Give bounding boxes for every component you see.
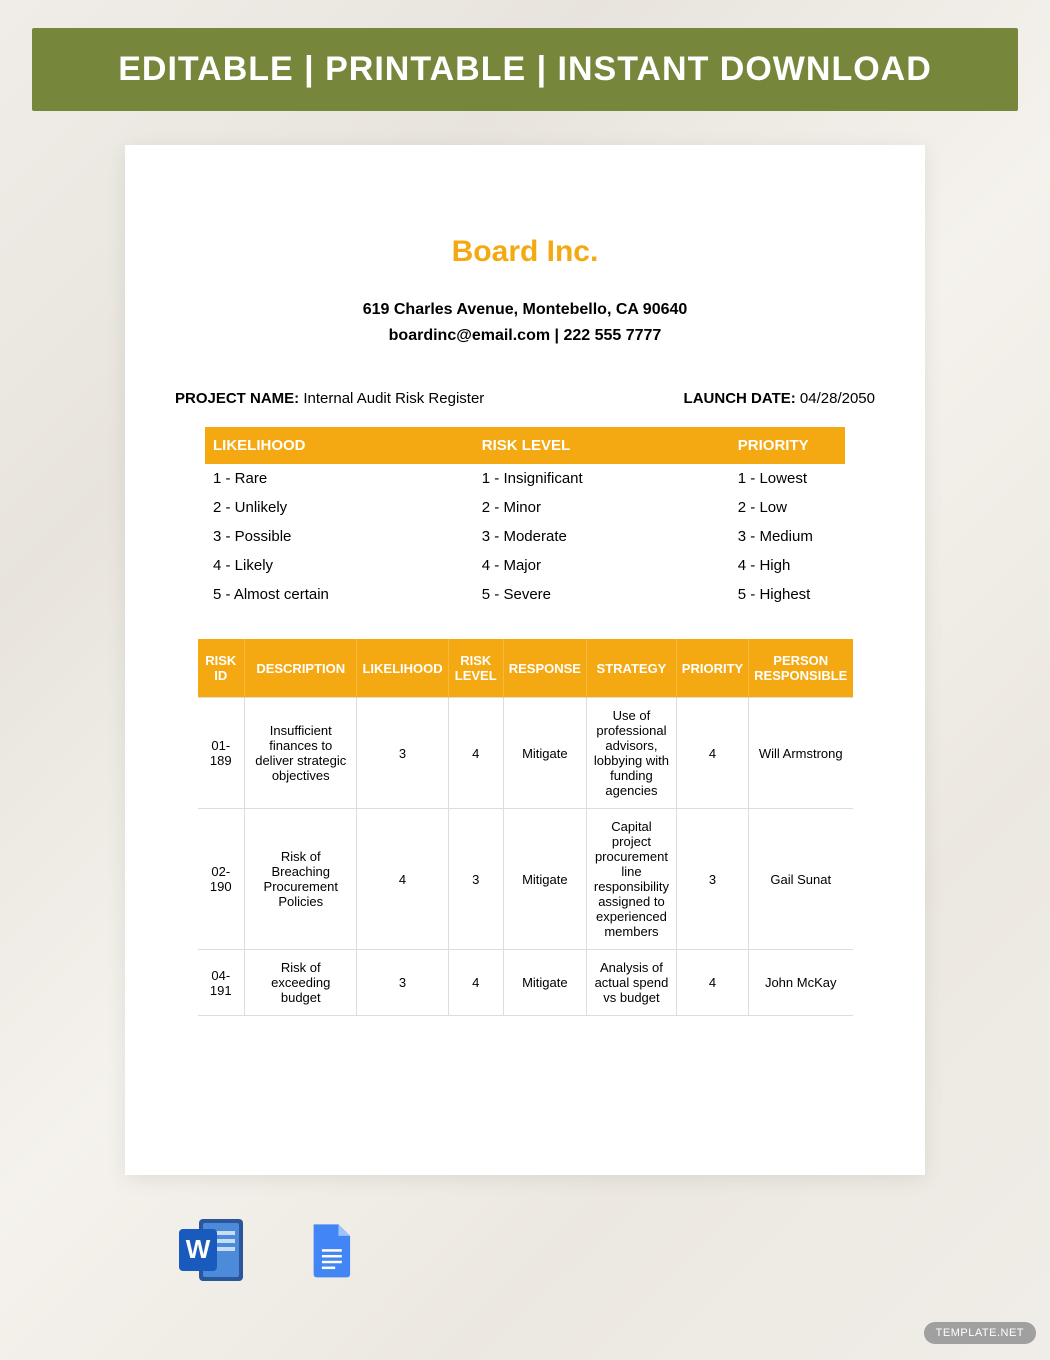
legend-header-priority: PRIORITY bbox=[730, 427, 845, 464]
legend-cell-likelihood: 2 - Unlikely bbox=[205, 493, 474, 522]
cell-strategy: Use of professional advisors, lobbying w… bbox=[586, 698, 676, 809]
svg-text:W: W bbox=[186, 1234, 211, 1264]
legend-cell-likelihood: 3 - Possible bbox=[205, 522, 474, 551]
cell-description: Risk of Breaching Procurement Policies bbox=[245, 809, 357, 950]
legend-cell-priority: 5 - Highest bbox=[730, 580, 845, 609]
launch-date-label: LAUNCH DATE: bbox=[684, 390, 796, 407]
table-row: 04-191Risk of exceeding budget34Mitigate… bbox=[198, 950, 853, 1016]
top-banner: EDITABLE | PRINTABLE | INSTANT DOWNLOAD bbox=[32, 28, 1018, 111]
watermark-brand: TEMPLATE bbox=[936, 1327, 997, 1339]
legend-cell-risk-level: 1 - Insignificant bbox=[474, 464, 730, 493]
company-address: 619 Charles Avenue, Montebello, CA 90640 bbox=[165, 297, 885, 323]
cell-risk-level: 4 bbox=[448, 950, 503, 1016]
th-description: DESCRIPTION bbox=[245, 639, 357, 698]
cell-description: Insufficient finances to deliver strateg… bbox=[245, 698, 357, 809]
legend-cell-priority: 1 - Lowest bbox=[730, 464, 845, 493]
cell-description: Risk of exceeding budget bbox=[245, 950, 357, 1016]
google-docs-icon[interactable] bbox=[307, 1215, 377, 1285]
table-row: 02-190Risk of Breaching Procurement Poli… bbox=[198, 809, 853, 950]
risk-table-header-row: RISK ID DESCRIPTION LIKELIHOOD RISK LEVE… bbox=[198, 639, 853, 698]
watermark-badge: TEMPLATE.NET bbox=[924, 1322, 1036, 1344]
cell-priority: 3 bbox=[677, 809, 749, 950]
document-page: Board Inc. 619 Charles Avenue, Montebell… bbox=[125, 145, 925, 1175]
cell-likelihood: 3 bbox=[357, 698, 448, 809]
legend-cell-risk-level: 5 - Severe bbox=[474, 580, 730, 609]
cell-response: Mitigate bbox=[503, 698, 586, 809]
project-name-label: PROJECT NAME: bbox=[175, 390, 299, 407]
cell-person: John McKay bbox=[748, 950, 852, 1016]
cell-priority: 4 bbox=[677, 950, 749, 1016]
cell-strategy: Analysis of actual spend vs budget bbox=[586, 950, 676, 1016]
legend-row: 3 - Possible3 - Moderate3 - Medium bbox=[205, 522, 845, 551]
th-risk-level: RISK LEVEL bbox=[448, 639, 503, 698]
legend-cell-risk-level: 4 - Major bbox=[474, 551, 730, 580]
cell-risk-id: 02-190 bbox=[198, 809, 245, 950]
risk-table-body: 01-189Insufficient finances to deliver s… bbox=[198, 698, 853, 1016]
format-icons: W bbox=[32, 1175, 1018, 1285]
legend-cell-priority: 4 - High bbox=[730, 551, 845, 580]
legend-header-row: LIKELIHOOD RISK LEVEL PRIORITY bbox=[205, 427, 845, 464]
cell-priority: 4 bbox=[677, 698, 749, 809]
legend-cell-risk-level: 2 - Minor bbox=[474, 493, 730, 522]
legend-cell-priority: 3 - Medium bbox=[730, 522, 845, 551]
cell-likelihood: 3 bbox=[357, 950, 448, 1016]
legend-row: 2 - Unlikely2 - Minor2 - Low bbox=[205, 493, 845, 522]
legend-cell-likelihood: 4 - Likely bbox=[205, 551, 474, 580]
th-priority: PRIORITY bbox=[677, 639, 749, 698]
cell-risk-id: 04-191 bbox=[198, 950, 245, 1016]
ms-word-icon[interactable]: W bbox=[177, 1215, 247, 1285]
legend-body: 1 - Rare1 - Insignificant1 - Lowest2 - U… bbox=[205, 464, 845, 609]
legend-table: LIKELIHOOD RISK LEVEL PRIORITY 1 - Rare1… bbox=[205, 427, 845, 609]
project-name-value: Internal Audit Risk Register bbox=[303, 390, 484, 407]
cell-response: Mitigate bbox=[503, 809, 586, 950]
th-strategy: STRATEGY bbox=[586, 639, 676, 698]
cell-risk-level: 3 bbox=[448, 809, 503, 950]
cell-strategy: Capital project procurement line respons… bbox=[586, 809, 676, 950]
legend-row: 4 - Likely4 - Major4 - High bbox=[205, 551, 845, 580]
cell-likelihood: 4 bbox=[357, 809, 448, 950]
company-email-phone: boardinc@email.com | 222 555 7777 bbox=[165, 323, 885, 349]
legend-row: 1 - Rare1 - Insignificant1 - Lowest bbox=[205, 464, 845, 493]
launch-date: LAUNCH DATE: 04/28/2050 bbox=[684, 390, 875, 407]
legend-cell-likelihood: 1 - Rare bbox=[205, 464, 474, 493]
legend-header-risk-level: RISK LEVEL bbox=[474, 427, 730, 464]
cell-person: Will Armstrong bbox=[748, 698, 852, 809]
watermark-suffix: .NET bbox=[997, 1327, 1024, 1339]
cell-person: Gail Sunat bbox=[748, 809, 852, 950]
project-name: PROJECT NAME: Internal Audit Risk Regist… bbox=[175, 390, 484, 407]
launch-date-value: 04/28/2050 bbox=[800, 390, 875, 407]
legend-cell-risk-level: 3 - Moderate bbox=[474, 522, 730, 551]
risk-register-table: RISK ID DESCRIPTION LIKELIHOOD RISK LEVE… bbox=[198, 639, 853, 1016]
th-likelihood: LIKELIHOOD bbox=[357, 639, 448, 698]
legend-cell-likelihood: 5 - Almost certain bbox=[205, 580, 474, 609]
cell-risk-id: 01-189 bbox=[198, 698, 245, 809]
legend-cell-priority: 2 - Low bbox=[730, 493, 845, 522]
th-response: RESPONSE bbox=[503, 639, 586, 698]
cell-response: Mitigate bbox=[503, 950, 586, 1016]
th-person: PERSON RESPONSIBLE bbox=[748, 639, 852, 698]
legend-header-likelihood: LIKELIHOOD bbox=[205, 427, 474, 464]
cell-risk-level: 4 bbox=[448, 698, 503, 809]
th-risk-id: RISK ID bbox=[198, 639, 245, 698]
legend-row: 5 - Almost certain5 - Severe5 - Highest bbox=[205, 580, 845, 609]
project-meta-row: PROJECT NAME: Internal Audit Risk Regist… bbox=[165, 390, 885, 427]
table-row: 01-189Insufficient finances to deliver s… bbox=[198, 698, 853, 809]
company-contact: 619 Charles Avenue, Montebello, CA 90640… bbox=[165, 297, 885, 348]
company-name: Board Inc. bbox=[165, 235, 885, 269]
